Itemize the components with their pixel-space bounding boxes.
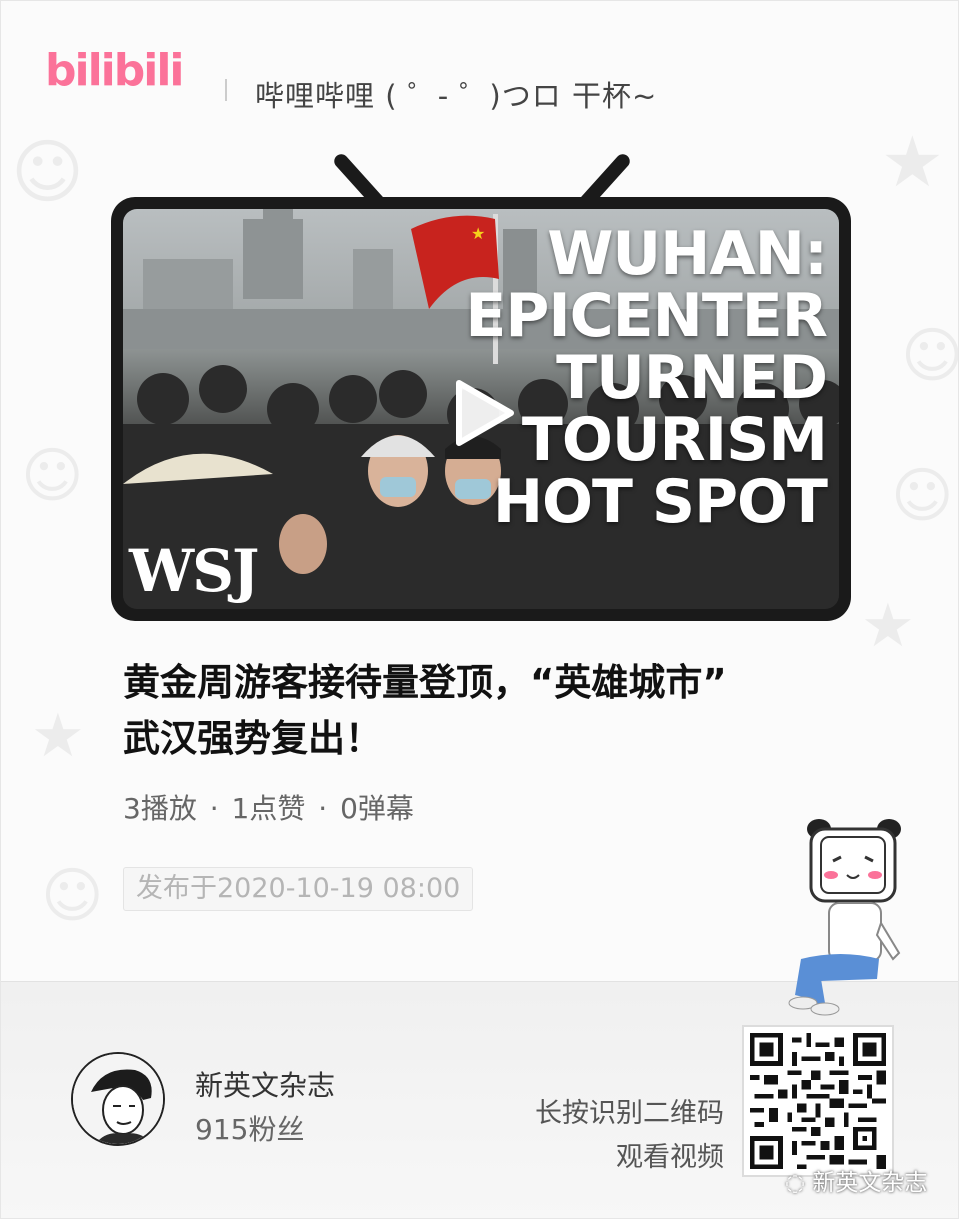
video-title-line: 黄金周游客接待量登顶，“英雄城市” (123, 661, 727, 704)
brand-header: bilibili 哔哩哔哩 ( ゜- ゜)つロ 干杯~ (45, 43, 925, 133)
headline-line: HOT SPOT (492, 467, 828, 537)
background-doodle: ☺ (11, 131, 84, 213)
wechat-icon: ◌ (785, 1170, 813, 1196)
headline-line: EPICENTER (465, 281, 828, 351)
share-card: ☺ ★ ☺ ☺ ☺ ★ ★ ☺ bilibili 哔哩哔哩 ( ゜- ゜)つロ … (0, 0, 959, 1219)
video-thumbnail-frame[interactable]: ★ WUHAN: EPICENTER TURNED TOURISM HOT SP… (111, 197, 851, 621)
video-title-line: 武汉强势复出！ (123, 717, 382, 760)
background-doodle: ☺ (891, 461, 954, 531)
play-count: 3播放 (123, 792, 197, 825)
background-doodle: ★ (861, 591, 915, 661)
background-doodle: ☺ (901, 321, 959, 391)
qr-hint: 长按识别二维码 观看视频 (535, 1092, 724, 1180)
qr-code[interactable] (742, 1025, 894, 1177)
background-doodle: ★ (31, 701, 85, 771)
watermark-text: 新英文杂志 (812, 1170, 928, 1196)
like-count: 1点赞 (231, 792, 306, 825)
headline-line: WUHAN: (547, 219, 828, 289)
bilibili-mascot (781, 813, 911, 1023)
play-icon[interactable] (441, 373, 521, 453)
wechat-watermark: ◌ 新英文杂志 (785, 1163, 927, 1197)
follower-count: 915粉丝 (195, 1113, 305, 1146)
qr-hint-line: 观看视频 (616, 1142, 724, 1173)
background-doodle: ☺ (21, 441, 84, 511)
bilibili-logo: bilibili (45, 45, 184, 96)
video-title[interactable]: 黄金周游客接待量登顶，“英雄城市” 武汉强势复出！ (123, 655, 843, 767)
danmaku-count: 0弹幕 (340, 792, 414, 825)
uploader-name[interactable]: 新英文杂志 (195, 1064, 335, 1104)
uploader-avatar[interactable] (71, 1052, 165, 1146)
stat-separator: · (209, 792, 219, 825)
publish-time: 发布于2020-10-19 08:00 (123, 867, 474, 911)
background-doodle: ★ (881, 121, 944, 203)
avatar-portrait-icon (73, 1054, 163, 1144)
stat-separator: · (318, 792, 328, 825)
background-doodle: ☺ (41, 861, 104, 931)
qr-code-icon (750, 1033, 886, 1169)
video-thumbnail[interactable]: ★ WUHAN: EPICENTER TURNED TOURISM HOT SP… (123, 209, 839, 609)
video-stats: 3播放 · 1点赞 · 0弹幕 (123, 787, 418, 827)
header-divider (225, 79, 227, 101)
slogan: 哔哩哔哩 ( ゜- ゜)つロ 干杯~ (255, 79, 658, 113)
wsj-logo: WSJ (129, 537, 259, 605)
qr-hint-line: 长按识别二维码 (535, 1098, 724, 1129)
